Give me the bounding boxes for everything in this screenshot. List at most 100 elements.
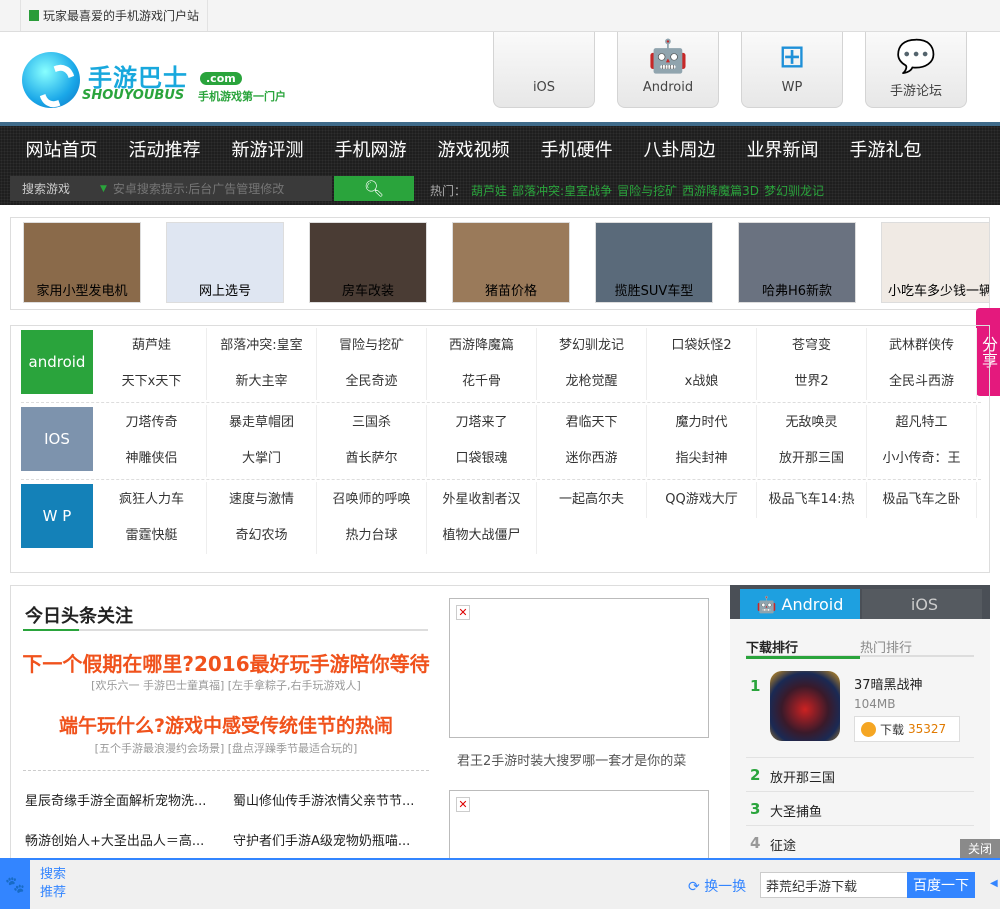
game-link[interactable]: 疯狂人力车 (97, 482, 207, 518)
game-link[interactable]: 魔力时代 (647, 405, 757, 441)
game-link[interactable]: 极品飞车之卧 (867, 482, 977, 518)
news-link[interactable]: 蜀山修仙传手游浓情父亲节节... (233, 790, 414, 809)
news-link[interactable]: 畅游创始人+大圣出品人＝高... (25, 830, 204, 849)
game-link[interactable]: 口袋妖怪2 (647, 328, 757, 364)
game-link[interactable]: 冒险与挖矿 (317, 328, 427, 364)
swap-button[interactable]: ⟳ 换一换 (688, 876, 746, 896)
broken-image[interactable]: ✕ (449, 598, 709, 738)
game-link[interactable]: 西游降魔篇 (427, 328, 537, 364)
game-link[interactable]: 指尖封神 (647, 441, 757, 477)
image-caption-link[interactable]: 君王2手游时装大搜罗哪一套才是你的菜 (457, 750, 686, 769)
headline-sub-links[interactable]: [五个手游最浪漫约会场景] [盘点浮躁季节最适合玩的] (21, 740, 431, 756)
search-label[interactable]: 搜索 (40, 866, 66, 884)
platform-button-wp[interactable]: ⊞ WP (741, 32, 843, 108)
game-link[interactable]: 世界2 (757, 364, 867, 400)
hot-search-link[interactable]: 部落冲突:皇室战争 (512, 182, 612, 199)
search-button[interactable]: 🔍︎ (334, 176, 414, 201)
baidu-search-button[interactable]: 百度一下 (907, 872, 975, 898)
headline-link[interactable]: 端午玩什么?游戏中感受传统佳节的热闹 (21, 711, 431, 738)
game-link[interactable]: 酋长萨尔 (317, 441, 427, 477)
headline-sub-links[interactable]: [欢乐六一 手游巴士童真福] [左手拿粽子,右手玩游戏人] (21, 677, 431, 693)
baidu-search-input[interactable] (760, 872, 908, 898)
nav-item[interactable]: 八卦周边 (628, 136, 731, 162)
category-label-android[interactable]: android (21, 330, 93, 394)
game-link[interactable]: 一起高尔夫 (537, 482, 647, 518)
game-link[interactable]: 刀塔来了 (427, 405, 537, 441)
site-logo[interactable]: 手游巴士 .com SHOUYOUBUS 手机游戏第一门户 (22, 52, 312, 110)
close-button[interactable]: 关闭 (960, 839, 1000, 859)
game-link[interactable]: 超凡特工 (867, 405, 977, 441)
hot-search-link[interactable]: 冒险与挖矿 (617, 182, 677, 199)
game-link[interactable]: 速度与激情 (207, 482, 317, 518)
game-link[interactable]: 暴走草帽团 (207, 405, 317, 441)
game-link[interactable]: 植物大战僵尸 (427, 518, 537, 554)
ad-item[interactable]: 猪苗价格 (452, 222, 570, 303)
game-link[interactable]: 迷你西游 (537, 441, 647, 477)
game-link[interactable]: 大掌门 (207, 441, 317, 477)
ad-item[interactable]: 网上选号 (166, 222, 284, 303)
platform-button-手游论坛[interactable]: 💬 手游论坛 (865, 32, 967, 108)
game-name[interactable]: 征途 (770, 835, 796, 854)
game-link[interactable]: x战娘 (647, 364, 757, 400)
headline-link[interactable]: 下一个假期在哪里?2016最好玩手游陪你等待 (21, 648, 431, 677)
game-link[interactable]: 极品飞车14:热 (757, 482, 867, 518)
game-name[interactable]: 放开那三国 (770, 767, 835, 786)
game-link[interactable]: 无敌唤灵 (757, 405, 867, 441)
game-link[interactable]: 神雕侠侣 (97, 441, 207, 477)
game-link[interactable]: 天下x天下 (97, 364, 207, 400)
game-link[interactable]: 葫芦娃 (97, 328, 207, 364)
subtab-downloads[interactable]: 下载排行 (746, 637, 860, 659)
game-link[interactable]: 武林群侠传 (867, 328, 977, 364)
hot-search-link[interactable]: 葫芦娃 (471, 182, 507, 199)
news-link[interactable]: 守护者们手游A级宠物奶瓶喵... (233, 830, 410, 849)
collapse-arrow-icon[interactable]: ◀ (990, 878, 998, 889)
game-link[interactable]: 三国杀 (317, 405, 427, 441)
nav-item[interactable]: 活动推荐 (113, 136, 216, 162)
game-link[interactable]: 梦幻驯龙记 (537, 328, 647, 364)
platform-button-android[interactable]: 🤖 Android (617, 32, 719, 108)
game-link[interactable]: 奇幻农场 (207, 518, 317, 554)
dropdown-arrow-icon[interactable]: ▼ (100, 184, 107, 194)
game-name[interactable]: 37暗黑战神 (854, 674, 923, 693)
game-link[interactable]: 全民斗西游 (867, 364, 977, 400)
game-name[interactable]: 大圣捕鱼 (770, 801, 822, 820)
subtab-hot[interactable]: 热门排行 (860, 637, 912, 656)
recommend-label[interactable]: 推荐 (40, 884, 66, 902)
ad-item[interactable]: 小吃车多少钱一辆 (881, 222, 989, 303)
nav-item[interactable]: 游戏视频 (422, 136, 525, 162)
baidu-paw-icon[interactable]: 🐾 (0, 860, 30, 909)
game-link[interactable]: 苍穹变 (757, 328, 867, 364)
nav-item[interactable]: 业界新闻 (731, 136, 834, 162)
category-label-ios[interactable]: IOS (21, 407, 93, 471)
tab-ios[interactable]: iOS (862, 589, 982, 619)
game-link[interactable]: 口袋银魂 (427, 441, 537, 477)
nav-item[interactable]: 手机网游 (319, 136, 422, 162)
news-link[interactable]: 星辰奇缘手游全面解析宠物洗... (25, 790, 206, 809)
ad-item[interactable]: 哈弗H6新款 (738, 222, 856, 303)
ad-item[interactable]: 家用小型发电机 (23, 222, 141, 303)
nav-item[interactable]: 新游评测 (216, 136, 319, 162)
game-link[interactable]: 全民奇迹 (317, 364, 427, 400)
game-link[interactable]: 放开那三国 (757, 441, 867, 477)
platform-button-ios[interactable]: iOS (493, 32, 595, 108)
search-input[interactable] (112, 181, 313, 196)
game-link[interactable]: 召唤师的呼唤 (317, 482, 427, 518)
game-link[interactable]: 外星收割者汉 (427, 482, 537, 518)
game-link[interactable]: 刀塔传奇 (97, 405, 207, 441)
game-link[interactable]: 部落冲突:皇室 (207, 328, 317, 364)
nav-item[interactable]: 网站首页 (10, 136, 113, 162)
download-button[interactable]: 下载 35327 (854, 716, 960, 742)
game-link[interactable]: 龙枪觉醒 (537, 364, 647, 400)
category-label-wp[interactable]: W P (21, 484, 93, 548)
ad-item[interactable]: 揽胜SUV车型 (595, 222, 713, 303)
hot-search-link[interactable]: 西游降魔篇3D (682, 182, 759, 199)
game-link[interactable]: 花千骨 (427, 364, 537, 400)
game-link[interactable]: 雷霆快艇 (97, 518, 207, 554)
game-icon[interactable] (770, 671, 840, 741)
nav-item[interactable]: 手机硬件 (525, 136, 628, 162)
browser-tab[interactable]: 玩家最喜爱的手机游戏门户站 (20, 0, 209, 31)
tab-android[interactable]: 🤖 Android (740, 589, 860, 619)
game-link[interactable]: 君临天下 (537, 405, 647, 441)
game-link[interactable]: QQ游戏大厅 (647, 482, 757, 518)
search-category-select[interactable]: 搜索游戏 (10, 180, 100, 197)
